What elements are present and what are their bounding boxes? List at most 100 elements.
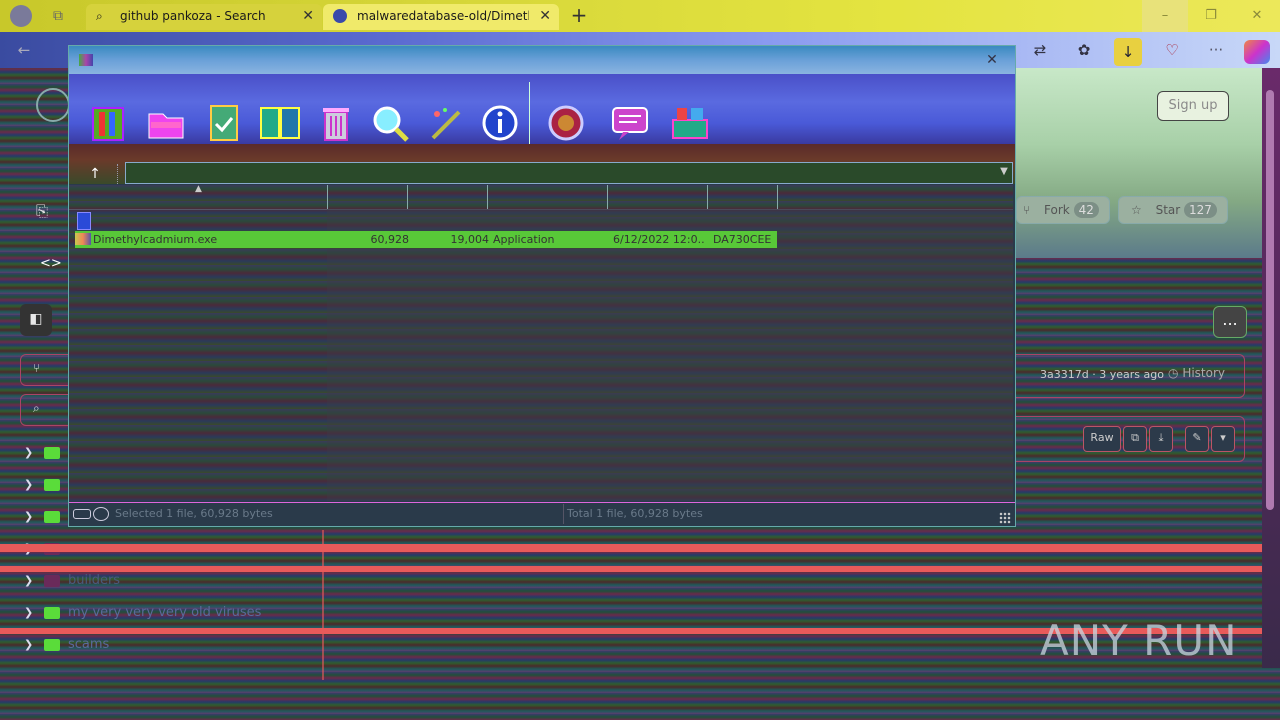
watermark-text: ANY RUN: [1040, 616, 1238, 665]
collections-icon[interactable]: ✿: [1070, 36, 1098, 64]
status-selected: Selected 1 file, 60,928 bytes: [115, 507, 273, 520]
history-icon: ◷: [1168, 366, 1179, 380]
branch-selector[interactable]: ⑂: [20, 354, 70, 386]
chevron-right-icon: ❯: [24, 446, 34, 459]
more-options-button[interactable]: ...: [1213, 306, 1247, 338]
tree-folder-row[interactable]: ❯: [20, 504, 68, 530]
tree-folder-row[interactable]: ❯ my very very very old viruses: [20, 600, 320, 626]
tab-label: malwaredatabase-old/Dimethylc: [357, 9, 529, 23]
file-size: 60,928: [370, 233, 410, 246]
copy-raw-icon[interactable]: ⧉: [1123, 426, 1147, 452]
find-icon[interactable]: [369, 102, 411, 144]
download-icon[interactable]: ↓: [1114, 38, 1142, 66]
fork-button[interactable]: ⑂ Fork 42: [1016, 196, 1110, 224]
window-titlebar[interactable]: ✕: [69, 46, 1015, 74]
sign-up-button[interactable]: Sign up: [1157, 91, 1229, 121]
render-glitch-stripe: [0, 566, 1280, 572]
collapse-sidebar-icon[interactable]: ◧: [20, 304, 52, 336]
anyrun-watermark: ANY RUN: [1040, 608, 1240, 674]
back-icon[interactable]: ←: [10, 36, 38, 64]
window-close-button[interactable]: ✕: [981, 50, 1003, 70]
test-icon[interactable]: [203, 102, 245, 144]
github-header-area: [1016, 68, 1280, 258]
tree-folder-row[interactable]: ❯: [20, 440, 68, 466]
search-icon: ⌕: [96, 9, 103, 23]
info-icon[interactable]: [479, 102, 521, 144]
archiver-window: ✕ ↑ ▼ ▲ Dimethylcadmium.exe 60,928 19,00…: [68, 45, 1016, 527]
chevron-right-icon: ❯: [24, 510, 34, 523]
tab-close-icon[interactable]: ✕: [539, 4, 551, 28]
extract-icon[interactable]: [145, 102, 187, 144]
close-button[interactable]: ✕: [1234, 0, 1280, 32]
folder-icon: [44, 607, 60, 619]
tab-github-search[interactable]: ⌕ github pankoza - Search ✕: [86, 4, 322, 30]
up-folder-button[interactable]: ↑: [73, 164, 118, 184]
star-button[interactable]: ☆ Star 127: [1118, 196, 1228, 224]
list-shade: [327, 209, 1013, 501]
github-logo-icon[interactable]: [36, 88, 70, 122]
column-separator[interactable]: [777, 185, 778, 209]
copilot-icon[interactable]: [1244, 40, 1270, 64]
tab-malwaredatabase[interactable]: malwaredatabase-old/Dimethylc ✕: [323, 4, 559, 30]
folder-icon: [44, 575, 60, 587]
sort-ascending-icon: ▲: [195, 184, 202, 194]
toolbar: [69, 74, 1015, 182]
column-separator[interactable]: [487, 185, 488, 209]
scrollbar-thumb[interactable]: [1266, 90, 1274, 510]
column-separator[interactable]: [607, 185, 608, 209]
file-packed: 19,004: [450, 233, 490, 246]
history-link[interactable]: ◷ History: [1168, 366, 1225, 380]
sfx-icon[interactable]: [669, 102, 711, 144]
edit-icon[interactable]: ✎: [1185, 426, 1209, 452]
tab-label: github pankoza - Search: [120, 9, 266, 23]
chevron-right-icon: ❯: [24, 606, 34, 619]
star-icon: ☆: [1131, 203, 1142, 217]
code-icon[interactable]: <>: [40, 256, 62, 271]
fork-label: Fork: [1044, 203, 1070, 217]
column-separator[interactable]: [707, 185, 708, 209]
fork-count: 42: [1073, 202, 1099, 218]
search-icon: ⌕: [33, 401, 40, 415]
delete-icon[interactable]: [315, 102, 357, 144]
virus-scan-icon[interactable]: [545, 102, 587, 144]
download-raw-icon[interactable]: ⤓: [1149, 426, 1173, 452]
profile-avatar[interactable]: [10, 5, 32, 27]
comment-icon[interactable]: [609, 102, 651, 144]
render-glitch-stripe: [0, 544, 1280, 552]
edit-dropdown-icon[interactable]: ▾: [1211, 426, 1235, 452]
tab-actions-icon[interactable]: ⧉: [48, 6, 68, 26]
wizard-icon[interactable]: [425, 102, 467, 144]
extensions-icon[interactable]: ⇄: [1026, 36, 1054, 64]
path-input[interactable]: [125, 162, 1013, 184]
add-icon[interactable]: [87, 102, 129, 144]
history-label: History: [1182, 366, 1226, 380]
new-tab-button[interactable]: +: [566, 4, 592, 28]
folder-icon: [44, 447, 60, 459]
tab-close-icon[interactable]: ✕: [302, 4, 314, 28]
tree-folder-row[interactable]: ❯: [20, 472, 68, 498]
chevron-down-icon[interactable]: ▼: [997, 162, 1011, 182]
view-icon[interactable]: [259, 102, 301, 144]
column-separator[interactable]: [327, 185, 328, 209]
status-divider: [563, 504, 564, 524]
minimize-button[interactable]: –: [1142, 0, 1188, 32]
commit-info[interactable]: 3a3317d · 3 years ago: [1040, 368, 1164, 381]
tree-folder-row[interactable]: ❯ scams: [20, 632, 320, 658]
status-icons: [73, 507, 109, 521]
parent-folder-icon[interactable]: [77, 212, 91, 230]
settings-more-icon[interactable]: ···: [1202, 36, 1230, 64]
folder-icon: [44, 479, 60, 491]
star-count: 127: [1184, 202, 1217, 218]
table-row[interactable]: Dimethylcadmium.exe 60,928 19,004 Applic…: [75, 231, 777, 248]
favorites-icon[interactable]: ♡: [1158, 36, 1186, 64]
resize-grip[interactable]: [999, 512, 1011, 524]
drive-icon: [73, 509, 91, 519]
file-search-input[interactable]: ⌕: [20, 394, 70, 426]
github-icon: [333, 9, 347, 23]
folder-icon: [44, 639, 60, 651]
folder-name: scams: [68, 637, 110, 652]
maximize-button[interactable]: ❐: [1188, 0, 1234, 32]
status-total: Total 1 file, 60,928 bytes: [567, 507, 703, 520]
column-separator[interactable]: [407, 185, 408, 209]
raw-button[interactable]: Raw: [1083, 426, 1121, 452]
